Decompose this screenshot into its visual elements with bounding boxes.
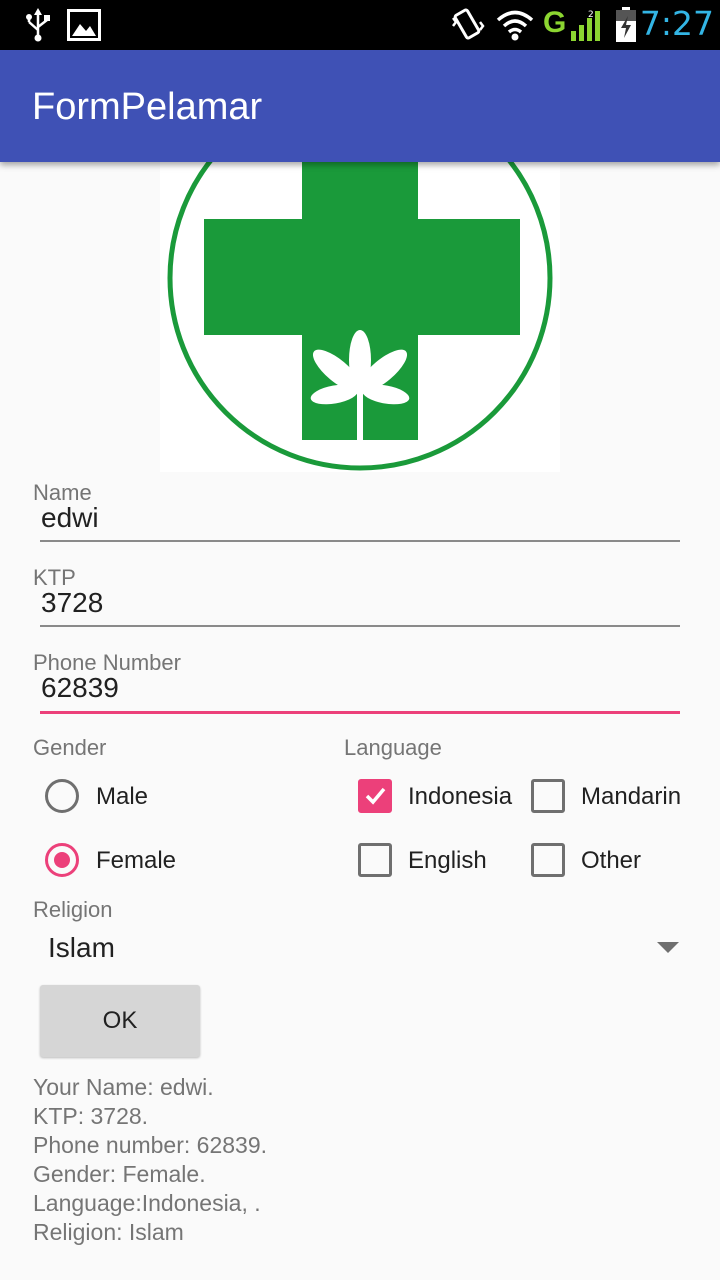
svg-text:2: 2 [588, 10, 594, 20]
image-icon [67, 8, 101, 42]
dropdown-arrow-icon[interactable] [657, 942, 679, 953]
language-option-mandarin-label[interactable]: Mandarin [581, 783, 681, 811]
clock-time: 7:27 [639, 4, 714, 43]
result-line-language: Language:Indonesia, . [33, 1190, 261, 1216]
gender-option-female-label[interactable]: Female [96, 847, 176, 875]
result-line-religion: Religion: Islam [33, 1219, 184, 1245]
ktp-field[interactable]: 3728 [41, 587, 103, 619]
name-field-underline [40, 540, 680, 542]
ok-button-label: OK [102, 1007, 138, 1034]
wifi-icon [496, 8, 534, 42]
language-checkbox-english[interactable] [358, 843, 392, 877]
phone-number-field[interactable]: 62839 [41, 672, 119, 704]
battery-icon [614, 7, 638, 42]
religion-spinner[interactable]: Islam [48, 932, 115, 964]
gender-radio-male[interactable] [45, 779, 79, 813]
gender-radio-female[interactable] [45, 843, 79, 877]
language-label: Language [344, 735, 442, 760]
checkmark-icon [365, 787, 386, 805]
signal-icon: 2 [569, 8, 605, 42]
network-type-label: G [543, 6, 567, 39]
language-option-indonesia-label[interactable]: Indonesia [408, 783, 512, 811]
language-checkbox-mandarin[interactable] [531, 779, 565, 813]
ok-button[interactable]: OK [40, 985, 200, 1057]
result-line-name: Your Name: edwi. [33, 1074, 214, 1100]
status-bar: G 2 7:27 [0, 0, 720, 50]
language-option-other-label[interactable]: Other [581, 847, 641, 875]
language-option-english-label[interactable]: English [408, 847, 487, 875]
app-title: FormPelamar [32, 86, 263, 128]
gender-option-male-label[interactable]: Male [96, 783, 148, 811]
gender-label: Gender [33, 735, 107, 760]
phone-number-field-underline [40, 711, 680, 714]
ktp-field-underline [40, 625, 680, 627]
religion-label: Religion [33, 897, 113, 922]
result-line-phone: Phone number: 62839. [33, 1132, 268, 1158]
result-line-ktp: KTP: 3728. [33, 1103, 149, 1129]
result-summary: Your Name: edwi. KTP: 3728. Phone number… [33, 1073, 267, 1247]
name-field[interactable]: edwi [41, 502, 99, 534]
result-line-gender: Gender: Female. [33, 1161, 206, 1187]
language-checkbox-indonesia[interactable] [358, 779, 392, 813]
app-bar: FormPelamar [0, 50, 720, 162]
vibrate-icon [449, 8, 485, 42]
green-cross-logo-icon [160, 162, 560, 472]
usb-icon [24, 8, 52, 42]
language-checkbox-other[interactable] [531, 843, 565, 877]
